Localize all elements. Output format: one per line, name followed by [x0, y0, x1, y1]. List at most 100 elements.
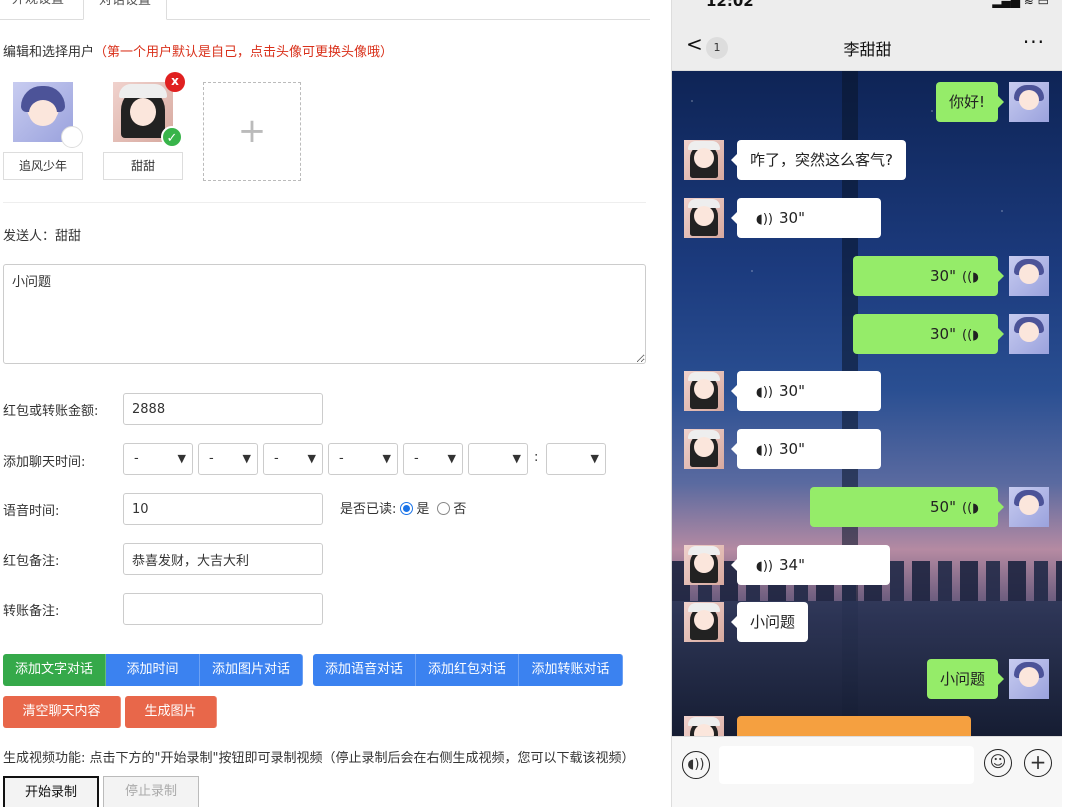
voice-message[interactable]: 30" ((◗: [853, 314, 1004, 354]
generate-image-button[interactable]: 生成图片: [125, 696, 217, 728]
add-transfer-button[interactable]: 添加转账对话: [519, 654, 623, 686]
contact-avatar[interactable]: [684, 545, 724, 585]
divider: [3, 202, 646, 203]
user-card-self[interactable]: 追风少年: [3, 82, 83, 180]
avatar[interactable]: x ✓: [113, 72, 185, 148]
settings-panel: 外观设置 对话设置 编辑和选择用户（第一个用户默认是自己，点击头像可更换头像哦）…: [0, 0, 660, 807]
transfer-note-input[interactable]: [123, 593, 323, 625]
status-time: 12:02: [706, 0, 754, 10]
voice-input-icon[interactable]: ◖)): [682, 751, 710, 779]
user-hint-main: 编辑和选择用户: [3, 45, 95, 60]
voice-icon: ((◗: [962, 270, 979, 285]
voice-icon: ◖)): [756, 443, 773, 458]
read-label: 是否已读:: [340, 502, 397, 517]
message-bubble[interactable]: 小问题: [730, 602, 809, 642]
voice-time-label: 语音时间:: [3, 504, 60, 519]
contact-avatar[interactable]: [684, 198, 724, 238]
sender-label: 发送人：甜甜: [3, 229, 82, 244]
year-select[interactable]: - ▼: [123, 443, 193, 475]
voice-message[interactable]: 50" ((◗: [810, 487, 1004, 527]
my-avatar[interactable]: [1009, 487, 1049, 527]
minute-select[interactable]: ▼: [546, 443, 606, 475]
user-hint-note: （第一个用户默认是自己，点击头像可更换头像哦）: [94, 45, 394, 60]
video-note: 生成视频功能: 点击下方的"开始录制"按钮即可录制视频（停止录制后会在右侧生成视…: [3, 751, 635, 766]
voice-message[interactable]: ◖)) 34": [731, 545, 890, 585]
redpacket-note-input[interactable]: [123, 543, 323, 575]
period-select[interactable]: - ▼: [403, 443, 463, 475]
chat-area[interactable]: 你好! 咋了，突然这么客气? ◖)) 30" 30" ((◗ 30" ((◗ ◖)) 3…: [672, 71, 1062, 736]
chat-title: 李甜甜: [843, 40, 892, 59]
avatar[interactable]: [13, 82, 83, 148]
chevron-down-icon: ▼: [242, 452, 251, 465]
read-yes-label[interactable]: 是: [416, 502, 429, 517]
chevron-down-icon: ▼: [590, 452, 599, 465]
emoji-icon[interactable]: ☺: [984, 749, 1012, 777]
more-icon[interactable]: ···: [1023, 30, 1045, 54]
status-bar: 12:02 ▂▄▆ ≋ ▭: [672, 0, 1062, 20]
my-avatar[interactable]: [1009, 256, 1049, 296]
tab-dialog[interactable]: 对话设置: [83, 0, 167, 20]
start-recording-button[interactable]: 开始录制: [3, 776, 99, 807]
selected-check-icon[interactable]: ✓: [161, 126, 183, 148]
amount-input[interactable]: [123, 393, 323, 425]
read-yes-radio[interactable]: [400, 502, 414, 515]
voice-message[interactable]: ◖)) 30": [731, 429, 881, 469]
my-avatar[interactable]: [1009, 659, 1049, 699]
my-avatar[interactable]: [1009, 82, 1049, 122]
add-text-button[interactable]: 添加文字对话: [3, 654, 106, 686]
time-colon: :: [534, 450, 539, 465]
contact-avatar[interactable]: [684, 371, 724, 411]
add-voice-button[interactable]: 添加语音对话: [313, 654, 416, 686]
month-select[interactable]: - ▼: [198, 443, 258, 475]
clear-chat-button[interactable]: 清空聊天内容: [3, 696, 121, 728]
message-bubble[interactable]: 小问题: [926, 659, 1005, 699]
plus-icon[interactable]: +: [1024, 749, 1052, 777]
read-status: 是否已读: 是 否: [340, 498, 466, 517]
chevron-down-icon: ▼: [447, 452, 456, 465]
redpacket-note-label: 红包备注:: [3, 554, 60, 569]
tab-appearance[interactable]: 外观设置: [0, 0, 76, 20]
add-image-button[interactable]: 添加图片对话: [200, 654, 303, 686]
settings-tabs: 外观设置 对话设置: [0, 0, 650, 20]
contact-avatar[interactable]: [684, 140, 724, 180]
day-select[interactable]: - ▼: [263, 443, 323, 475]
avatar-face: [130, 98, 156, 126]
status-icons: ▂▄▆ ≋ ▭: [992, 0, 1049, 8]
hour-select[interactable]: ▼: [468, 443, 528, 475]
voice-message[interactable]: ◖)) 30": [731, 198, 881, 238]
chat-header: < 1 李甜甜 ···: [672, 20, 1062, 71]
my-avatar[interactable]: [1009, 314, 1049, 354]
voice-icon: ((◗: [962, 501, 979, 516]
message-bubble[interactable]: 咋了，突然这么客气?: [731, 140, 906, 180]
phone-preview: 12:02 ▂▄▆ ≋ ▭ < 1 李甜甜 ··· 你好! 咋了，突然这么客气?…: [671, 0, 1062, 807]
transfer-note-label: 转账备注:: [3, 604, 60, 619]
redpacket-message[interactable]: [737, 716, 971, 736]
chevron-down-icon: ▼: [512, 452, 521, 465]
delete-user-icon[interactable]: x: [165, 72, 185, 92]
voice-message[interactable]: ◖)) 30": [731, 371, 881, 411]
contact-avatar[interactable]: [684, 716, 724, 736]
user-card-tiantian[interactable]: x ✓ 甜甜: [103, 72, 185, 180]
read-no-radio[interactable]: [437, 502, 451, 515]
read-no-label[interactable]: 否: [453, 502, 466, 517]
voice-icon: ◖)): [756, 212, 773, 227]
voice-message[interactable]: 30" ((◗: [853, 256, 1004, 296]
chat-text-input[interactable]: [719, 746, 974, 784]
user-name[interactable]: 甜甜: [103, 152, 183, 180]
message-bubble[interactable]: 你好!: [935, 82, 1005, 122]
amount-label: 红包或转账金额:: [3, 404, 99, 419]
voice-time-input[interactable]: [123, 493, 323, 525]
chat-input-bar: ◖)) ☺ +: [672, 736, 1062, 807]
select-radio-icon[interactable]: [61, 126, 83, 148]
stop-recording-button[interactable]: 停止录制: [103, 776, 199, 807]
message-textarea[interactable]: 小问题: [3, 264, 646, 364]
avatar-hat: [119, 84, 167, 98]
add-time-button[interactable]: 添加时间: [106, 654, 200, 686]
chevron-down-icon: ▼: [307, 452, 316, 465]
weekday-select[interactable]: - ▼: [328, 443, 398, 475]
contact-avatar[interactable]: [684, 429, 724, 469]
add-user-button[interactable]: +: [203, 82, 301, 181]
contact-avatar[interactable]: [684, 602, 724, 642]
add-redpacket-button[interactable]: 添加红包对话: [416, 654, 519, 686]
user-name[interactable]: 追风少年: [3, 152, 83, 180]
